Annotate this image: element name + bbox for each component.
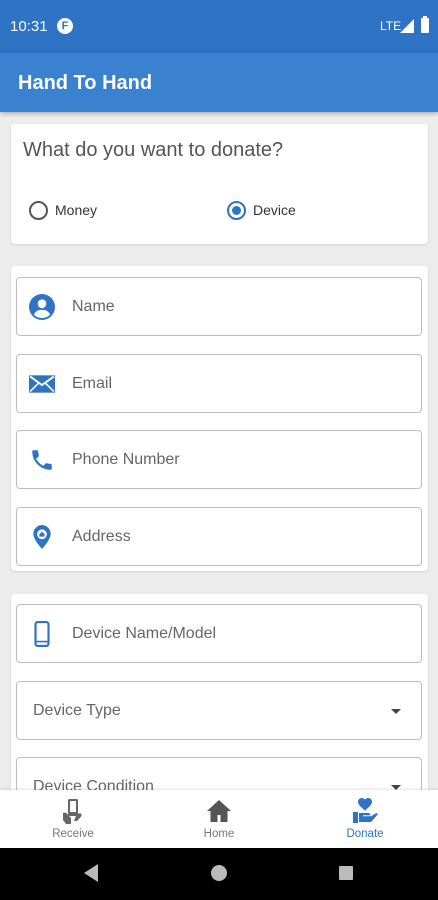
address-placeholder: Address <box>72 528 131 545</box>
name-placeholder: Name <box>72 298 115 315</box>
smartphone-icon <box>34 621 50 647</box>
signal-icon <box>400 19 414 33</box>
radio-device-label: Device <box>253 202 296 218</box>
radio-money-label: Money <box>55 202 98 218</box>
radio-money[interactable]: Money <box>29 200 97 220</box>
nav-receive-label: Receive <box>52 828 94 840</box>
device-name-placeholder: Device Name/Model <box>72 625 217 642</box>
nav-donate[interactable]: Donate <box>292 790 438 848</box>
status-time: 10:31 <box>10 18 48 35</box>
location-pin-icon <box>33 525 51 549</box>
nav-donate-label: Donate <box>346 828 384 840</box>
radio-device-indicator[interactable] <box>227 200 246 220</box>
name-field[interactable]: Name <box>16 277 422 336</box>
address-field[interactable]: Address <box>16 507 422 566</box>
email-field[interactable]: Email <box>16 354 422 413</box>
phone-field[interactable]: Phone Number <box>16 430 422 489</box>
carrier-badge-icon: F <box>57 18 73 34</box>
nav-home-label: Home <box>203 828 235 840</box>
email-placeholder: Email <box>72 375 113 392</box>
recent-apps-icon[interactable] <box>339 866 353 880</box>
app-title: Hand To Hand <box>18 72 153 94</box>
radio-device[interactable]: Device <box>227 200 296 220</box>
account-circle-icon <box>29 294 55 320</box>
device-name-field[interactable]: Device Name/Model <box>16 604 422 663</box>
chevron-down-icon <box>391 709 401 714</box>
donation-question: What do you want to donate? <box>23 139 284 161</box>
app-bar: Hand To Hand <box>0 53 438 112</box>
device-type-placeholder: Device Type <box>33 702 121 719</box>
system-navigation-bar <box>0 848 438 900</box>
phone-icon <box>32 450 52 470</box>
status-bar: 10:31 F LTE <box>0 0 438 53</box>
donate-heart-hand-icon <box>353 798 378 823</box>
home-circle-icon[interactable] <box>211 865 227 881</box>
device-type-select[interactable]: Device Type <box>16 681 422 740</box>
back-icon[interactable] <box>84 864 98 882</box>
contact-info-card: Name Email Phone Number Address <box>11 266 428 571</box>
battery-icon <box>421 16 429 33</box>
nav-home[interactable]: Home <box>146 790 292 848</box>
network-type-label: LTE <box>380 19 402 33</box>
nav-receive[interactable]: Receive <box>0 790 146 848</box>
phone-placeholder: Phone Number <box>72 451 180 468</box>
envelope-icon <box>29 375 55 393</box>
home-icon <box>207 800 231 822</box>
receive-hand-icon <box>63 799 82 824</box>
radio-money-indicator[interactable] <box>29 200 48 220</box>
donation-type-card: What do you want to donate? Money Device <box>11 124 428 244</box>
bottom-navigation: Receive Home Donate <box>0 790 438 848</box>
